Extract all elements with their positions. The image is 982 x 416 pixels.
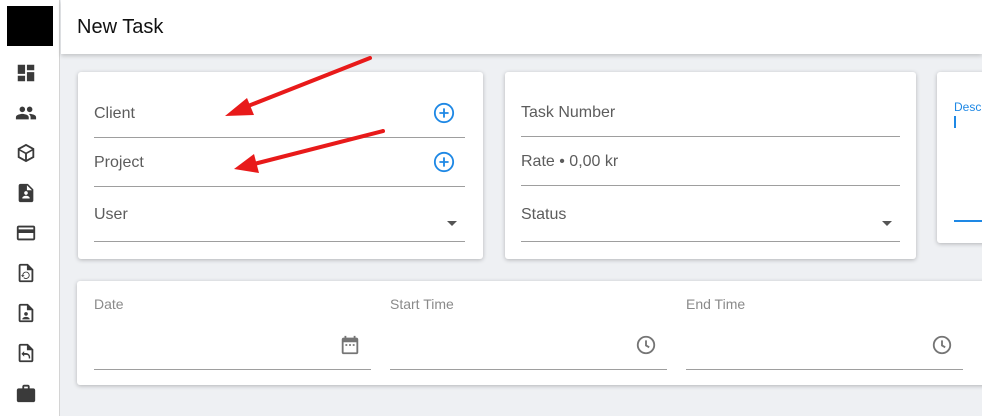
dashboard-icon[interactable] [15, 62, 37, 84]
project-field[interactable]: Project [94, 146, 465, 187]
status-label: Status [521, 206, 567, 223]
text-cursor [954, 116, 956, 128]
task-number-field[interactable]: Task Number [521, 98, 900, 137]
end-time-field[interactable]: End Time [686, 296, 963, 370]
calendar-icon[interactable] [339, 334, 361, 356]
chevron-down-icon[interactable] [882, 221, 892, 226]
add-client-icon[interactable] [433, 102, 455, 124]
user-select[interactable]: User [94, 198, 465, 242]
chevron-down-icon[interactable] [447, 221, 457, 226]
task-number-label: Task Number [521, 104, 616, 121]
project-label: Project [94, 154, 144, 171]
clock-icon[interactable] [931, 334, 953, 356]
client-label: Client [94, 105, 135, 122]
time-card: Date Start Time End Time [77, 281, 982, 385]
credit-card-icon[interactable] [15, 222, 37, 244]
client-project-card: Client Project User [78, 72, 483, 259]
description-card: Desc [937, 72, 982, 243]
task-details-card: Task Number Rate • 0,00 kr Status [505, 72, 916, 259]
start-time-field[interactable]: Start Time [390, 296, 667, 370]
app-logo[interactable] [7, 6, 53, 46]
app-header: New Task [61, 0, 982, 54]
rate-label: Rate • 0,00 kr [521, 153, 619, 170]
user-label: User [94, 206, 128, 223]
history-document-icon[interactable] [15, 262, 37, 284]
briefcase-icon[interactable] [15, 382, 37, 404]
undo-document-icon[interactable] [15, 342, 37, 364]
date-field[interactable]: Date [94, 296, 371, 370]
rate-field[interactable]: Rate • 0,00 kr [521, 146, 900, 186]
contact-document-icon[interactable] [15, 182, 37, 204]
person-document-icon[interactable] [15, 302, 37, 324]
client-field[interactable]: Client [94, 98, 465, 138]
box-icon[interactable] [15, 142, 37, 164]
status-select[interactable]: Status [521, 198, 900, 242]
description-label: Desc [954, 100, 982, 114]
page-title: New Task [77, 16, 164, 38]
clock-icon[interactable] [635, 334, 657, 356]
end-time-label: End Time [686, 296, 746, 312]
add-project-icon[interactable] [433, 151, 455, 173]
date-label: Date [94, 296, 124, 312]
start-time-label: Start Time [390, 296, 454, 312]
description-textarea[interactable] [954, 220, 982, 222]
sidebar [0, 0, 60, 416]
people-icon[interactable] [15, 102, 37, 124]
